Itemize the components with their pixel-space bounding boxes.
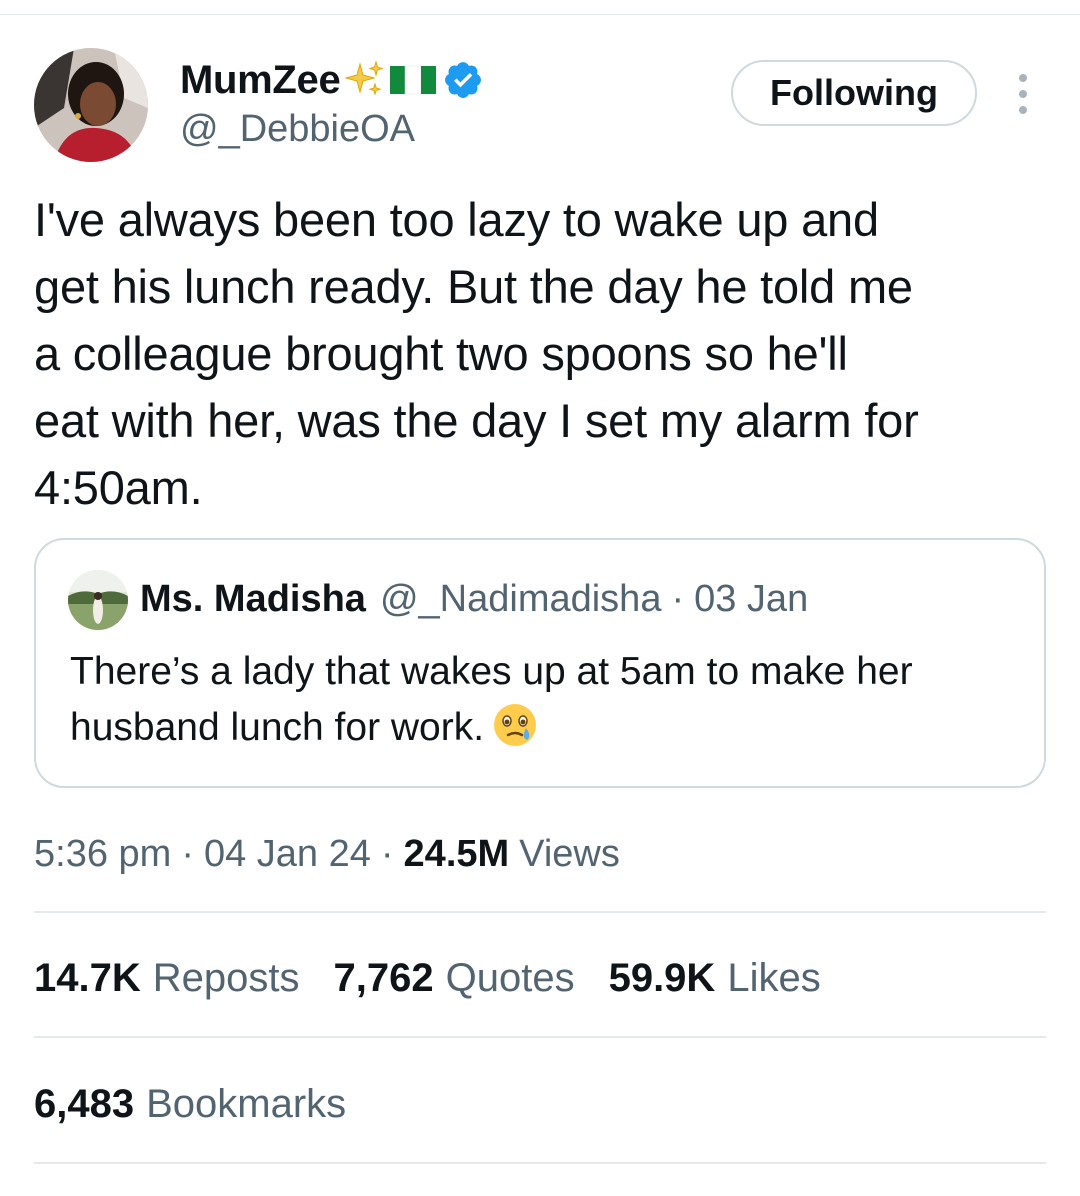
nigeria-flag-emoji [390,65,437,95]
likes-label: Likes [727,955,821,1000]
quoted-author-name: Ms. Madisha [140,577,366,620]
author-handle[interactable]: @_DebbieOA [180,108,415,151]
bookmarks-count: 6,483 [34,1081,135,1126]
separator-dot: · [671,577,685,620]
views-label: Views [519,832,620,875]
author-name-row: MumZee [180,54,484,106]
top-divider [0,14,1080,15]
separator-dot: · [181,832,194,875]
views-count: 24.5M [403,832,510,875]
reposts-label: Reposts [152,955,300,1000]
quotes-label: Quotes [445,955,575,1000]
likes-count: 59.9K [608,955,716,1000]
author-display-name[interactable]: MumZee [180,58,341,103]
quoted-tweet-text-block: There’s a lady that wakes up at 5am to m… [70,644,1030,756]
quotes-count: 7,762 [333,955,434,1000]
quoted-author-avatar[interactable] [68,570,128,630]
quoted-tweet-header: Ms. Madisha @_Nadimadisha · 03 Jan [140,574,808,624]
tweet-time[interactable]: 5:36 pm [34,833,171,876]
verified-badge-icon [445,62,482,98]
author-avatar[interactable] [34,48,148,162]
engagement-stats: 14.7K Reposts 7,762 Quotes 59.9K Likes [34,950,855,1006]
divider [34,1162,1046,1164]
likes-stat[interactable]: 59.9K Likes [609,956,821,1001]
tweet-date[interactable]: 04 Jan 24 [204,833,371,876]
tweet-text: I've always been too lazy to wake up and… [34,193,919,514]
quotes-stat[interactable]: 7,762 Quotes [334,956,575,1001]
reposts-stat[interactable]: 14.7K Reposts [34,956,300,1001]
divider [34,911,1046,913]
sparkles-emoji [344,60,385,96]
separator-dot: · [380,832,394,875]
quoted-author-handle: @_Nadimadisha [379,577,662,620]
following-button[interactable]: Following [731,60,977,126]
quoted-tweet-date: 03 Jan [694,577,809,620]
face-holding-back-tears-emoji [494,704,537,746]
quoted-tweet-card[interactable]: Ms. Madisha @_Nadimadisha · 03 Jan There… [34,538,1046,788]
bookmarks-stat[interactable]: 6,483 Bookmarks [34,1076,346,1132]
tweet-meta: 5:36 pm · 04 Jan 24 · 24.5M Views [34,828,620,880]
reposts-count: 14.7K [34,955,141,1000]
bookmarks-label: Bookmarks [146,1081,347,1126]
more-vertical-icon[interactable] [1010,74,1036,114]
divider [34,1036,1046,1038]
